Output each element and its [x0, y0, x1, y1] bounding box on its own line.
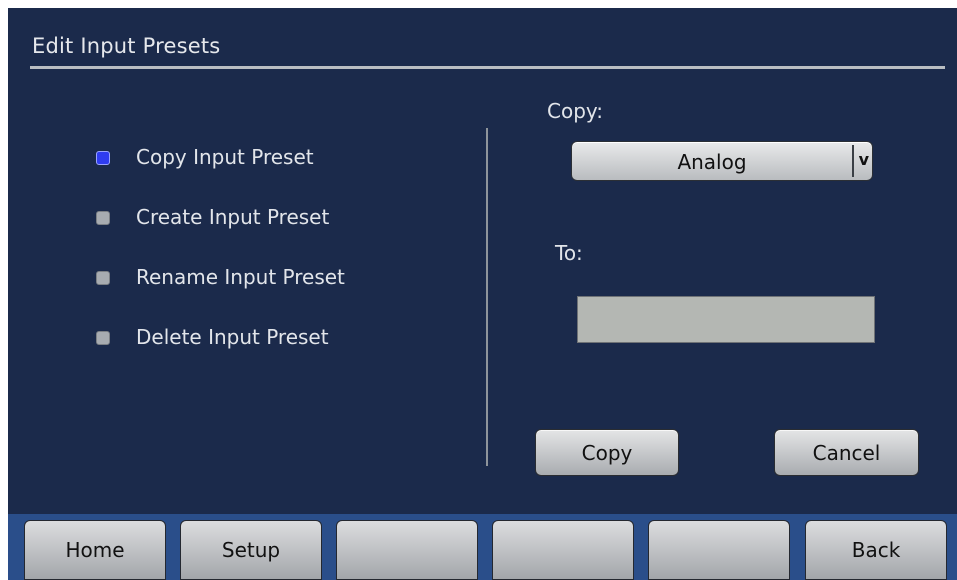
page-title: Edit Input Presets	[32, 34, 221, 58]
panel-divider	[486, 128, 488, 466]
bottom-nav-bar: Home Setup Back	[8, 514, 957, 580]
option-copy-input-preset[interactable]: Copy Input Preset	[96, 146, 345, 206]
preset-action-list: Copy Input Preset Create Input Preset Re…	[96, 146, 345, 386]
option-label: Copy Input Preset	[136, 145, 314, 169]
radio-unselected-icon	[96, 331, 110, 345]
title-divider	[30, 66, 945, 69]
chevron-down-icon: v	[858, 150, 869, 169]
copy-source-dropdown[interactable]: Analog v	[571, 141, 873, 181]
nav-blank-button-2[interactable]	[492, 520, 634, 580]
option-delete-input-preset[interactable]: Delete Input Preset	[96, 326, 345, 386]
setup-button[interactable]: Setup	[180, 520, 322, 580]
cancel-button[interactable]: Cancel	[774, 429, 919, 476]
radio-unselected-icon	[96, 271, 110, 285]
nav-blank-button-1[interactable]	[336, 520, 478, 580]
radio-unselected-icon	[96, 211, 110, 225]
option-rename-input-preset[interactable]: Rename Input Preset	[96, 266, 345, 326]
dropdown-selected-value: Analog	[677, 150, 747, 174]
copy-from-label: Copy:	[547, 99, 604, 123]
radio-selected-icon	[96, 151, 110, 165]
dropdown-separator	[852, 145, 854, 177]
option-label: Delete Input Preset	[136, 325, 329, 349]
home-button[interactable]: Home	[24, 520, 166, 580]
copy-to-label: To:	[555, 241, 583, 265]
option-create-input-preset[interactable]: Create Input Preset	[96, 206, 345, 266]
nav-blank-button-3[interactable]	[648, 520, 790, 580]
copy-button[interactable]: Copy	[535, 429, 679, 476]
option-label: Rename Input Preset	[136, 265, 345, 289]
copy-destination-input[interactable]	[577, 296, 875, 343]
edit-input-presets-screen: Edit Input Presets Copy Input Preset Cre…	[8, 8, 957, 580]
back-button[interactable]: Back	[805, 520, 947, 580]
option-label: Create Input Preset	[136, 205, 330, 229]
